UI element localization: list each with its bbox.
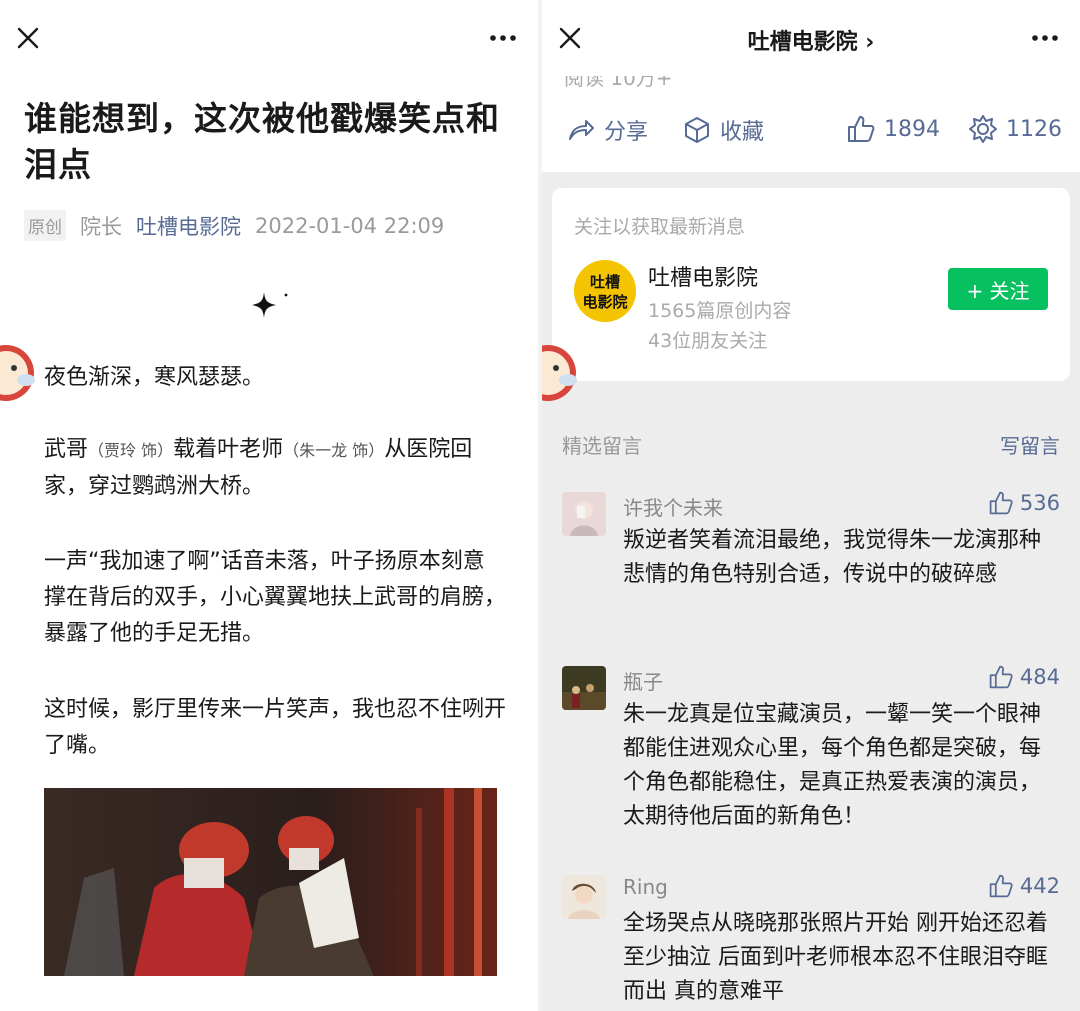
cube-icon: [685, 117, 709, 143]
comments-topbar: 吐槽电影院 ›: [542, 0, 1080, 76]
thumbs-up-icon: [989, 665, 1013, 689]
avatar[interactable]: [562, 875, 606, 919]
article-title: 谁能想到，这次被他戳爆笑点和泪点: [24, 99, 500, 184]
mascot-float-icon[interactable]: [0, 340, 36, 406]
like-button[interactable]: 1894: [846, 114, 940, 144]
wow-button[interactable]: 1126: [968, 114, 1062, 144]
comment-author: 瓶子: [623, 670, 663, 694]
follow-hint: 关注以获取最新消息: [574, 216, 746, 238]
account-logo[interactable]: 吐槽 电影院: [574, 260, 636, 322]
more-icon[interactable]: [488, 26, 518, 50]
follow-button[interactable]: + 关注: [948, 268, 1048, 310]
mascot-float-icon[interactable]: [542, 340, 578, 406]
avatar[interactable]: [562, 666, 606, 710]
sparkle-icon: [252, 292, 288, 318]
comment-text: 叛逆者笑着流泪最绝，我觉得朱一龙演那种悲情的角色特别合适，传说中的破碎感: [623, 528, 1042, 587]
article-author: 院长: [80, 214, 122, 239]
account-header-title[interactable]: 吐槽电影院 ›: [542, 24, 1080, 56]
comment-author: 许我个未来: [623, 496, 723, 520]
article-paragraph: 夜色渐深，寒风瑟瑟。: [44, 365, 265, 390]
movie-still-image[interactable]: [44, 788, 497, 976]
article-panel: 谁能想到，这次被他戳爆笑点和泪点 原创 院长 吐槽电影院 2022-01-04 …: [0, 0, 538, 1011]
wow-star-icon: [969, 115, 997, 143]
svg-text:吐槽: 吐槽: [590, 273, 620, 291]
original-count: 1565篇原创内容: [648, 300, 792, 322]
comment-like-button[interactable]: 442: [988, 873, 1060, 899]
follow-card: 关注以获取最新消息 吐槽 电影院 吐槽电影院 1565篇原创内容 43位朋友关注…: [552, 188, 1070, 381]
thumbs-up-icon: [848, 116, 875, 142]
account-link[interactable]: 吐槽电影院: [136, 211, 241, 241]
comments-header: 精选留言 写留言: [562, 430, 1060, 459]
featured-comments-title: 精选留言: [562, 434, 642, 458]
original-badge: 原创: [24, 210, 66, 241]
thumbs-up-icon: [989, 874, 1013, 898]
thumbs-up-icon: [989, 491, 1013, 515]
article-paragraph: 一声“我加速了啊”话音未落，叶子扬原本刻意撑在背后的双手，小心翼翼地扶上武哥的肩…: [44, 549, 507, 646]
friends-follow-count: 43位朋友关注: [648, 330, 768, 352]
article-paragraph: 武哥（贾玲 饰）载着叶老师（朱一龙 饰）从医院回家，穿过鹦鹉洲大桥。: [44, 437, 473, 499]
share-icon: [569, 120, 594, 140]
article-paragraph: 这时候，影厅里传来一片笑声，我也忍不住咧开了嘴。: [44, 697, 507, 758]
comment-like-button[interactable]: 484: [988, 664, 1060, 690]
write-comment-link[interactable]: 写留言: [1000, 430, 1060, 459]
comment-author: Ring: [623, 875, 668, 899]
article-topbar: [0, 0, 538, 76]
account-name[interactable]: 吐槽电影院: [648, 260, 758, 292]
more-icon[interactable]: [1030, 26, 1060, 50]
publish-datetime: 2022-01-04 22:09: [255, 213, 445, 238]
comment-text: 朱一龙真是位宝藏演员，一颦一笑一个眼神都能住进观众心里，每个角色都是突破，每个角…: [623, 702, 1042, 829]
article-meta: 原创 院长 吐槽电影院 2022-01-04 22:09: [24, 210, 444, 241]
collect-button[interactable]: 收藏: [682, 114, 764, 146]
comment-text: 全场哭点从晓晓那张照片开始 刚开始还忍着至少抽泣 后面到叶老师根本忍不住眼泪夺眶…: [623, 911, 1048, 1004]
share-button[interactable]: 分享: [566, 114, 648, 146]
comments-panel: 阅读 10万+ 吐槽电影院 › 分享 收藏 1894 1126 关注以获取最新消…: [542, 0, 1080, 1011]
close-icon[interactable]: [14, 24, 42, 52]
comment-like-button[interactable]: 536: [988, 490, 1060, 516]
svg-text:电影院: 电影院: [582, 293, 627, 311]
avatar[interactable]: [562, 492, 606, 536]
